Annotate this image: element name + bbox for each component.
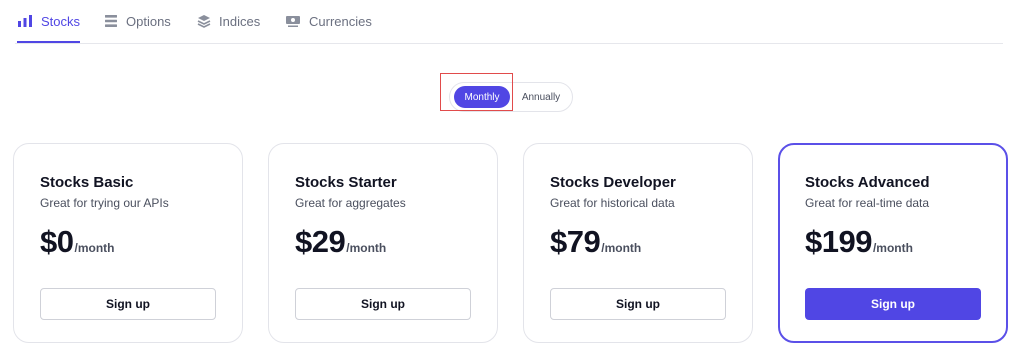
tab-indices[interactable]: Indices xyxy=(197,0,260,42)
plan-description: Great for historical data xyxy=(550,196,675,210)
price-amount: $79 xyxy=(550,224,601,259)
plan-price: $79 /month xyxy=(550,224,641,260)
plan-price: $0 /month xyxy=(40,224,114,260)
plan-description: Great for real-time data xyxy=(805,196,930,210)
tab-currencies[interactable]: Currencies xyxy=(285,0,372,42)
plan-name: Stocks Advanced xyxy=(805,174,930,191)
bar-chart-icon xyxy=(17,14,33,28)
currency-icon xyxy=(285,14,301,28)
plan-name: Stocks Developer xyxy=(550,174,676,191)
price-period: /month xyxy=(74,241,115,255)
sign-up-button[interactable]: Sign up xyxy=(805,288,981,320)
tab-options[interactable]: Options xyxy=(104,0,171,42)
plan-name: Stocks Starter xyxy=(295,174,397,191)
tab-label: Options xyxy=(126,13,171,29)
price-amount: $29 xyxy=(295,224,346,259)
product-tabs: Stocks Options Indices Currencies xyxy=(15,0,1003,44)
plan-description: Great for aggregates xyxy=(295,196,406,210)
plan-card-starter: Stocks Starter Great for aggregates $29 … xyxy=(268,143,498,343)
tab-label: Currencies xyxy=(309,13,372,29)
list-icon xyxy=(104,14,118,28)
price-amount: $0 xyxy=(40,224,74,259)
plan-price: $199 /month xyxy=(805,224,913,260)
tab-label: Indices xyxy=(219,13,261,29)
plan-card-basic: Stocks Basic Great for trying our APIs $… xyxy=(13,143,243,343)
sign-up-button[interactable]: Sign up xyxy=(550,288,726,320)
plan-description: Great for trying our APIs xyxy=(40,196,169,210)
price-period: /month xyxy=(346,241,387,255)
plan-card-advanced: Stocks Advanced Great for real-time data… xyxy=(778,143,1008,343)
price-period: /month xyxy=(872,241,913,255)
layers-icon xyxy=(197,14,211,28)
plan-name: Stocks Basic xyxy=(40,174,134,191)
highlight-annotation-box xyxy=(440,73,513,111)
plan-card-developer: Stocks Developer Great for historical da… xyxy=(523,143,753,343)
plan-price: $29 /month xyxy=(295,224,386,260)
annually-toggle-button[interactable]: Annually xyxy=(516,86,566,108)
price-amount: $199 xyxy=(805,224,872,259)
tab-label: Stocks xyxy=(41,13,81,29)
tab-stocks[interactable]: Stocks xyxy=(17,0,81,43)
sign-up-button[interactable]: Sign up xyxy=(40,288,216,320)
sign-up-button[interactable]: Sign up xyxy=(295,288,471,320)
price-period: /month xyxy=(601,241,642,255)
